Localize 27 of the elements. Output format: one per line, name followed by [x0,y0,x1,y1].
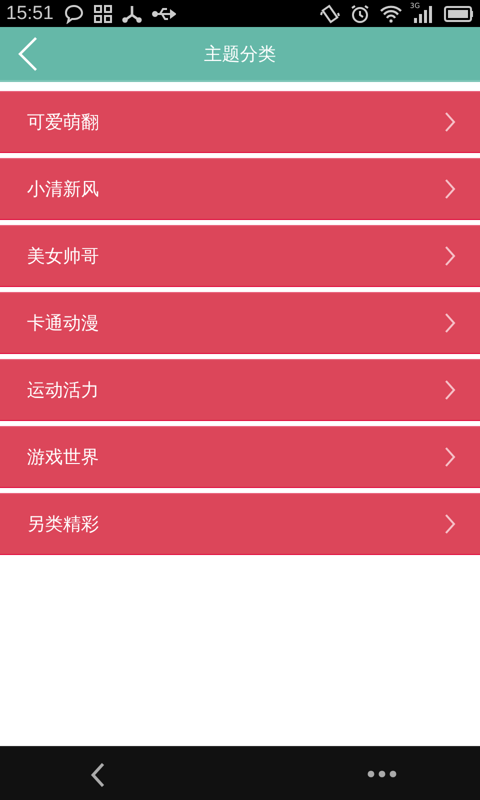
chevron-right-icon [444,446,456,468]
category-item[interactable]: 可爱萌翻 [0,91,480,153]
grid-icon [94,4,112,22]
chevron-right-icon [444,379,456,401]
chevron-right-icon [444,245,456,267]
category-item[interactable]: 卡通动漫 [0,292,480,354]
battery-icon [444,4,474,22]
chat-bubble-icon [64,4,84,24]
status-time: 15:51 [6,2,54,24]
wifi-icon [380,4,402,22]
category-item[interactable]: 另类精彩 [0,493,480,555]
category-item[interactable]: 小清新风 [0,158,480,220]
tripod-icon [122,4,142,22]
usb-icon [152,6,176,20]
alarm-clock-icon [350,4,370,24]
vibrate-icon [320,4,340,24]
category-item[interactable]: 游戏世界 [0,426,480,488]
signal-icon [412,4,434,22]
chevron-right-icon [444,513,456,535]
chevron-right-icon [444,178,456,200]
back-button[interactable] [89,762,107,788]
screen-title: 主题分类 [204,42,276,66]
chevron-right-icon [444,312,456,334]
chevron-right-icon [444,111,456,133]
category-item[interactable]: 运动活力 [0,359,480,421]
more-options-button[interactable] [367,770,397,778]
category-item[interactable]: 美女帅哥 [0,225,480,287]
